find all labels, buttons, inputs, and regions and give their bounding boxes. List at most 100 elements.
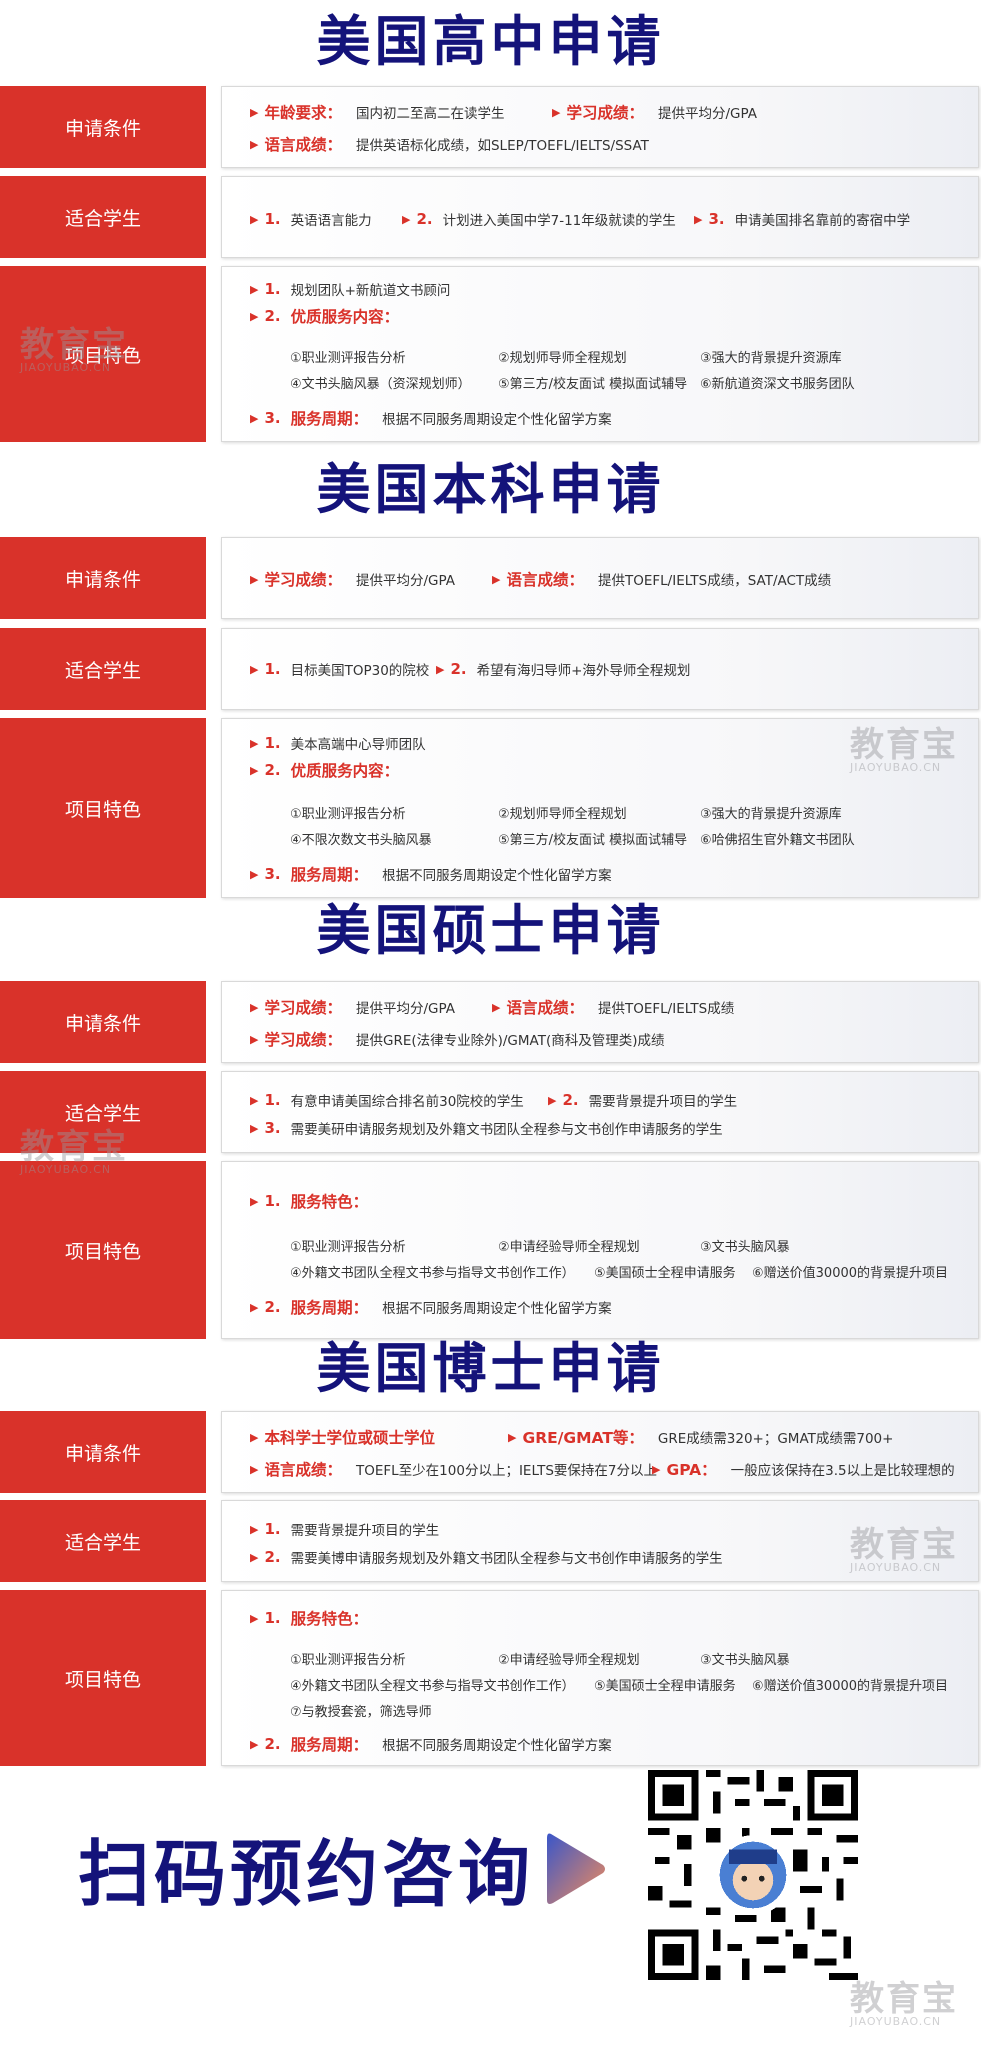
arrow-icon: ▶ [250, 1093, 259, 1107]
arrow-icon: ▶ [250, 1550, 259, 1564]
arrow-icon: ▶ [250, 572, 259, 586]
value-text: 提供英语标化成绩，如SLEP/TOEFL/IELTS/SSAT [355, 138, 649, 154]
service-item: ②申请经验导师全程规划 [498, 1653, 640, 1668]
item-text: 有意申请美国综合排名前30院校的学生 [290, 1094, 524, 1110]
item-number: 2. [264, 1548, 281, 1566]
master-suitable-row: 适合学生 ▶ 1. 有意申请美国综合排名前30院校的学生 ▶ 2. 需要背景提升… [0, 1071, 981, 1153]
item-number: 1. [264, 1520, 281, 1538]
row-label: 适合学生 [0, 628, 206, 710]
row-content: ▶ 学习成绩： 提供平均分/GPA ▶ 语言成绩： 提供TOEFL/IELTS成… [221, 981, 979, 1063]
arrow-icon: ▶ [436, 662, 445, 676]
undergrad-features-row: 项目特色 ▶ 1. 美本高端中心导师团队 ▶ 2. 优质服务内容： ①职业测评报… [0, 718, 981, 898]
service-item: ③强大的背景提升资源库 [700, 807, 842, 822]
arrow-icon: ▶ [250, 137, 259, 151]
arrow-icon: ▶ [250, 1032, 259, 1046]
value-text: 提供平均分/GPA [355, 1001, 456, 1017]
subheading: 服务特色： [290, 1193, 369, 1211]
arrow-icon: ▶ [250, 105, 259, 119]
item-number: 2. [264, 1298, 281, 1316]
row-content: ▶ 1. 有意申请美国综合排名前30院校的学生 ▶ 2. 需要背景提升项目的学生… [221, 1071, 979, 1153]
arrow-icon: ▶ [250, 1522, 259, 1536]
item-text: 规划团队+新航道文书顾问 [290, 283, 451, 299]
arrow-icon: ▶ [250, 867, 259, 881]
arrow-icon: ▶ [250, 1121, 259, 1135]
arrow-icon: ▶ [250, 1000, 259, 1014]
item-number: 1. [264, 734, 281, 752]
row-label: 项目特色 [0, 718, 206, 898]
item-number: 3. [264, 865, 281, 883]
arrow-icon: ▶ [250, 1430, 259, 1444]
item-text: 根据不同服务周期设定个性化留学方案 [382, 868, 612, 884]
service-item: ③文书头脑风暴 [700, 1653, 790, 1668]
phd-features-row: 项目特色 ▶ 1. 服务特色： ①职业测评报告分析 ②申请经验导师全程规划 ③文… [0, 1590, 981, 1766]
highschool-requirements-row: 申请条件 ▶ 年龄要求： 国内初二至高二在读学生 ▶ 学习成绩： 提供平均分/G… [0, 86, 981, 168]
section-title-highschool: 美国高中申请 [316, 9, 665, 73]
service-item: ①职业测评报告分析 [290, 351, 406, 366]
row-content: ▶ 本科学士学位或硕士学位 ▶ GRE/GMAT等： GRE成绩需320+；GM… [221, 1411, 979, 1493]
arrow-icon: ▶ [508, 1430, 517, 1444]
item-number: 2. [264, 761, 281, 779]
section-title-undergrad: 美国本科申请 [316, 457, 665, 521]
arrow-icon: ▶ [402, 212, 411, 226]
item-number: 3. [264, 409, 281, 427]
item-number: 3. [708, 210, 725, 228]
arrow-icon: ▶ [250, 1611, 259, 1625]
item-number: 3. [264, 1119, 281, 1137]
subheading: 优质服务内容： [290, 762, 400, 780]
item-number: 1. [264, 660, 281, 678]
row-content: ▶ 1. 英语语言能力 ▶ 2. 计划进入美国中学7-11年级就读的学生 ▶ 3… [221, 176, 979, 258]
arrow-icon: ▶ [250, 309, 259, 323]
item-text: 需要背景提升项目的学生 [290, 1523, 440, 1539]
subheading: 服务周期： [290, 1299, 369, 1317]
item-text: 申请美国排名靠前的寄宿中学 [734, 213, 911, 229]
key-label: 年龄要求： [264, 104, 342, 122]
subheading: 服务周期： [290, 866, 369, 884]
arrow-icon: ▶ [548, 1093, 557, 1107]
item-text: 计划进入美国中学7-11年级就读的学生 [442, 213, 676, 229]
key-label: GRE/GMAT等： [522, 1429, 644, 1447]
key-label: 语言成绩： [506, 571, 584, 589]
scan-cta-text: 扫码预约咨询 [78, 1831, 535, 1916]
service-item: ①职业测评报告分析 [290, 807, 406, 822]
arrow-icon: ▶ [250, 1194, 259, 1208]
service-item: ⑥哈佛招生官外籍文书团队 [700, 833, 855, 848]
phd-requirements-row: 申请条件 ▶ 本科学士学位或硕士学位 ▶ GRE/GMAT等： GRE成绩需32… [0, 1411, 981, 1493]
service-item: ③强大的背景提升资源库 [700, 351, 842, 366]
service-item: ①职业测评报告分析 [290, 1240, 406, 1255]
row-label: 适合学生 [0, 1500, 206, 1582]
arrow-icon: ▶ [250, 411, 259, 425]
service-item: ①职业测评报告分析 [290, 1653, 406, 1668]
item-text: 需要美研申请服务规划及外籍文书团队全程参与文书创作申请服务的学生 [290, 1122, 723, 1138]
key-label: 语言成绩： [506, 999, 584, 1017]
phd-suitable-row: 适合学生 ▶ 1. 需要背景提升项目的学生 ▶ 2. 需要美博申请服务规划及外籍… [0, 1500, 981, 1582]
service-item: ④不限次数文书头脑风暴 [290, 833, 432, 848]
value-text: 一般应该保持在3.5以上是比较理想的 [730, 1463, 955, 1479]
row-content: ▶ 1. 需要背景提升项目的学生 ▶ 2. 需要美博申请服务规划及外籍文书团队全… [221, 1500, 979, 1582]
item-text: 根据不同服务周期设定个性化留学方案 [382, 412, 612, 428]
row-label: 申请条件 [0, 537, 206, 619]
qr-code-icon[interactable] [648, 1770, 858, 1980]
key-label: 学习成绩： [264, 571, 342, 589]
value-text: GRE成绩需320+；GMAT成绩需700+ [657, 1431, 894, 1447]
key-label: 语言成绩： [264, 136, 342, 154]
service-item: ⑥新航道资深文书服务团队 [700, 377, 855, 392]
row-label: 申请条件 [0, 86, 206, 168]
value-text: 提供平均分/GPA [355, 573, 456, 589]
value-text: 提供GRE(法律专业除外)/GMAT(商科及管理类)成绩 [355, 1033, 665, 1049]
key-label: 学习成绩： [264, 1031, 342, 1049]
arrow-icon: ▶ [552, 105, 561, 119]
value-text: 提供TOEFL/IELTS成绩 [597, 1001, 735, 1017]
service-item: ③文书头脑风暴 [700, 1240, 790, 1255]
row-content: ▶ 1. 美本高端中心导师团队 ▶ 2. 优质服务内容： ①职业测评报告分析 ②… [221, 718, 979, 898]
row-label: 适合学生 [0, 1071, 206, 1153]
row-content: ▶ 1. 服务特色： ①职业测评报告分析 ②申请经验导师全程规划 ③文书头脑风暴… [221, 1161, 979, 1339]
subheading: 服务周期： [290, 1736, 369, 1754]
item-number: 2. [562, 1091, 579, 1109]
item-number: 2. [264, 1735, 281, 1753]
subheading: 服务特色： [290, 1610, 369, 1628]
service-item: ⑤第三方/校友面试 模拟面试辅导 [498, 833, 688, 848]
row-content: ▶ 1. 服务特色： ①职业测评报告分析 ②申请经验导师全程规划 ③文书头脑风暴… [221, 1590, 979, 1766]
service-item: ②申请经验导师全程规划 [498, 1240, 640, 1255]
service-item: ④外籍文书团队全程文书参与指导文书创作工作） [290, 1266, 575, 1281]
arrow-icon: ▶ [250, 1737, 259, 1751]
